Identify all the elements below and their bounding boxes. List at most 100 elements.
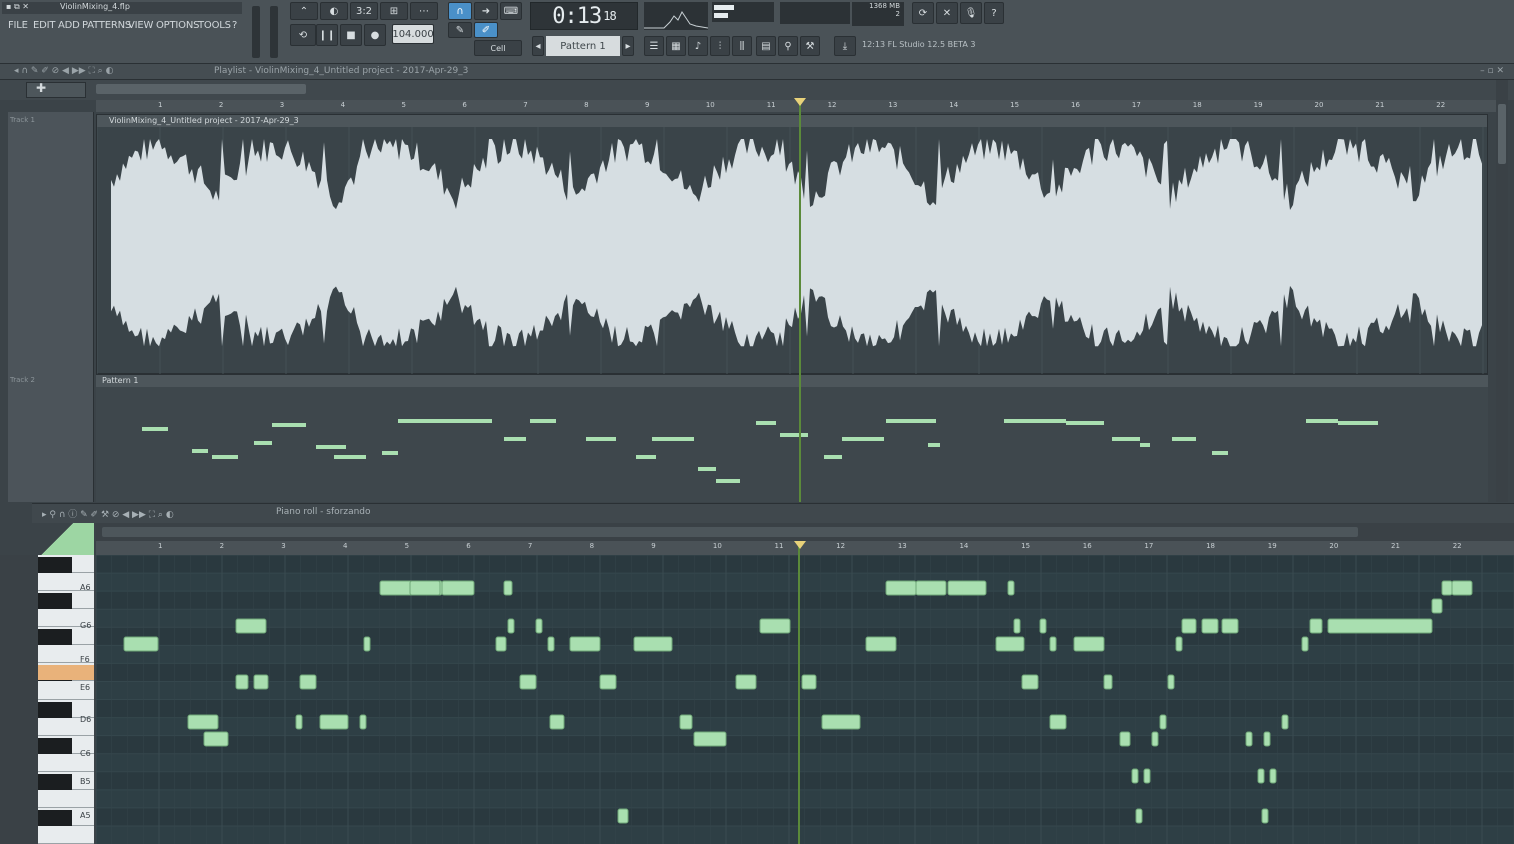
piano-note[interactable]	[1281, 714, 1289, 730]
piano-note[interactable]	[495, 636, 507, 652]
stop-icon[interactable]: ■	[340, 24, 362, 46]
piano-note[interactable]	[1013, 618, 1021, 634]
piano-note[interactable]	[235, 618, 267, 634]
piano-note[interactable]	[547, 636, 555, 652]
time-sig-button[interactable]: 3:2	[350, 2, 378, 20]
playlist-vscroll[interactable]	[1496, 80, 1508, 502]
piano-note[interactable]	[885, 580, 917, 596]
piano-note[interactable]	[1201, 618, 1219, 634]
white-key[interactable]	[38, 825, 94, 844]
pattern-prev-icon[interactable]: ◂	[532, 36, 544, 56]
playlist-window-buttons[interactable]: – ▫ ✕	[1480, 66, 1504, 76]
audio-clip[interactable]: ViolinMixing_4_Untitled project - 2017-A…	[96, 114, 1488, 375]
playlist-tools-icons[interactable]: ◂ ∩ ✎ ✐ ⊘ ◀ ▶▶ ⛶ ⌕ ◐	[14, 66, 113, 76]
playlist-playhead-marker[interactable]	[794, 98, 806, 106]
track-2-label[interactable]: Track 2	[10, 376, 35, 384]
piano-note[interactable]	[1131, 768, 1139, 784]
piano-note[interactable]	[123, 636, 159, 652]
refresh-icon[interactable]: ⟳	[912, 2, 934, 24]
mixer-icon[interactable]: ⫶	[710, 36, 730, 56]
track-1-label[interactable]: Track 1	[10, 116, 35, 124]
piano-note[interactable]	[519, 674, 537, 690]
menu-edit[interactable]: EDIT	[33, 20, 55, 31]
window-buttons[interactable]: ▪ ⧉ ✕	[6, 2, 29, 12]
piano-note[interactable]	[1269, 768, 1277, 784]
add-track-icon[interactable]: ✚	[36, 81, 46, 95]
piano-note[interactable]	[1257, 768, 1265, 784]
piano-note[interactable]	[1221, 618, 1239, 634]
arrow-right-icon[interactable]: ➜	[474, 2, 498, 20]
piano-note[interactable]	[549, 714, 565, 730]
piano-note[interactable]	[1441, 580, 1453, 596]
piano-note[interactable]	[363, 636, 371, 652]
piano-note[interactable]	[735, 674, 757, 690]
piano-note[interactable]	[1451, 580, 1473, 596]
piano-note[interactable]	[1309, 618, 1323, 634]
playlist-picker[interactable]	[26, 82, 86, 98]
wrench-icon[interactable]: ⚒	[800, 36, 820, 56]
piano-roll-playhead[interactable]	[798, 541, 800, 844]
piano-note[interactable]	[1049, 714, 1067, 730]
snap-magnet-icon[interactable]: ∩	[448, 2, 472, 20]
piano-roll-hscroll-thumb[interactable]	[102, 527, 1358, 537]
piano-note[interactable]	[295, 714, 303, 730]
piano-note[interactable]	[1263, 731, 1271, 747]
pattern-clip-header[interactable]: Pattern 1	[96, 375, 1488, 387]
master-volume-slider[interactable]	[252, 6, 260, 58]
piano-roll-zoom-corner[interactable]	[38, 523, 94, 555]
piano-note[interactable]	[995, 636, 1025, 652]
piano-note[interactable]	[865, 636, 897, 652]
menu-help[interactable]: ?	[232, 20, 237, 31]
piano-note[interactable]	[359, 714, 367, 730]
piano-note[interactable]	[503, 580, 513, 596]
pattern-clip[interactable]: Pattern 1	[96, 374, 1488, 502]
plugin-icon[interactable]: ⚲	[778, 36, 798, 56]
black-key[interactable]	[38, 593, 72, 610]
pattern-selector[interactable]: Pattern 1	[546, 36, 620, 56]
piano-roll-hscroll[interactable]	[96, 523, 1514, 541]
piano-note[interactable]	[203, 731, 229, 747]
tempo-display[interactable]: 104.000	[392, 24, 434, 44]
mixer-faders-icon[interactable]: ⫼	[732, 36, 752, 56]
highlighted-key[interactable]	[38, 665, 94, 680]
browser-icon[interactable]: ▤	[756, 36, 776, 56]
record-icon[interactable]: ●	[364, 24, 386, 46]
snap-select[interactable]: Cell	[474, 40, 522, 56]
typing-keyboard-icon[interactable]: ⌨	[500, 2, 522, 20]
menu-file[interactable]: FILE	[8, 20, 28, 31]
piano-note[interactable]	[535, 618, 543, 634]
piano-note[interactable]	[507, 618, 515, 634]
menu-tools[interactable]: TOOLS	[198, 20, 231, 31]
pattern-next-icon[interactable]: ▸	[622, 36, 634, 56]
black-key[interactable]	[38, 773, 72, 790]
piano-note[interactable]	[235, 674, 249, 690]
menu-add[interactable]: ADD	[58, 20, 80, 31]
help-icon[interactable]: ?	[984, 2, 1004, 24]
piano-note[interactable]	[1049, 636, 1057, 652]
piano-keyboard[interactable]: A6 G6 F6 E6 D6 C6 B5 A5	[38, 555, 94, 844]
piano-note[interactable]	[1039, 618, 1047, 634]
piano-note[interactable]	[599, 674, 617, 690]
piano-note[interactable]	[1327, 618, 1433, 634]
menu-view[interactable]: VIEW	[128, 20, 153, 31]
piano-note[interactable]	[1151, 731, 1159, 747]
piano-note[interactable]	[1143, 768, 1151, 784]
piano-roll-tools-icons[interactable]: ▸ ⚲ ∩ ⓘ ✎ ✐ ⚒ ⊘ ◀ ▶▶ ⛶ ⌕ ◐	[42, 507, 174, 520]
piano-note[interactable]	[1431, 598, 1443, 614]
piano-note[interactable]	[319, 714, 349, 730]
piano-roll-icon[interactable]: ♪	[688, 36, 708, 56]
piano-note[interactable]	[679, 714, 693, 730]
pencil-icon[interactable]: ✎	[448, 22, 472, 38]
piano-note[interactable]	[1159, 714, 1167, 730]
piano-note[interactable]	[759, 618, 791, 634]
channel-rack-icon[interactable]: ▦	[666, 36, 686, 56]
playlist-vscroll-thumb[interactable]	[1498, 104, 1506, 164]
piano-note[interactable]	[633, 636, 673, 652]
playlist-icon[interactable]: ☰	[644, 36, 664, 56]
black-key[interactable]	[38, 557, 72, 574]
menu-options[interactable]: OPTIONS	[156, 20, 199, 31]
piano-note[interactable]	[409, 580, 441, 596]
black-key[interactable]	[38, 701, 72, 718]
piano-note[interactable]	[801, 674, 817, 690]
piano-note[interactable]	[1007, 580, 1015, 596]
